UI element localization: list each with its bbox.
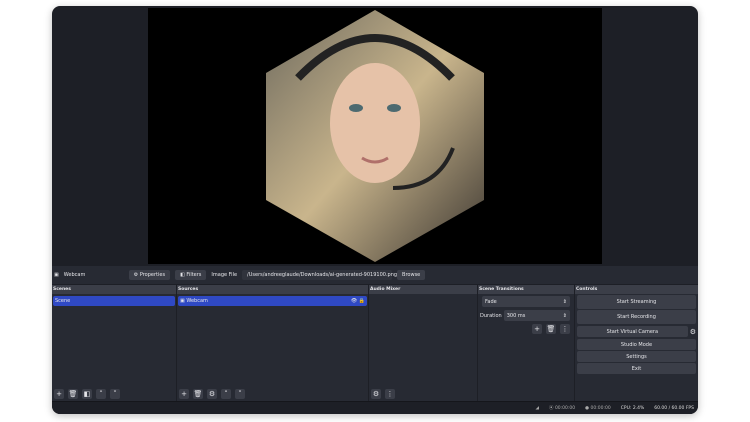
controls-dock: Controls Start Streaming Start Recording… [575,285,698,401]
transition-type: Fade [485,298,497,305]
remove-scene-button[interactable]: 🗑 [68,389,78,399]
add-transition-button[interactable]: + [532,324,542,334]
properties-button[interactable]: ⚙ Properties [128,270,171,280]
obs-window: ▣ Webcam ⚙ Properties ◧ Filters Image Fi… [52,6,698,414]
duration-value: 300 ms [506,312,526,319]
properties-label: Properties [139,272,166,278]
image-file-label: Image File [211,272,238,278]
browse-button[interactable]: Browse [397,270,426,280]
move-down-button[interactable]: ˅ [235,389,245,399]
duration-input[interactable]: 300 ms ⇕ [503,310,570,321]
start-recording-button[interactable]: Start Recording [577,310,696,324]
filters-button[interactable]: ◧ Filters [175,270,207,280]
lock-icon[interactable]: 🔒 [359,298,365,304]
audio-mixer-dock: Audio Mixer ⚙ ⋮ [369,285,478,401]
updown-icon: ⇕ [562,298,567,305]
remove-source-button[interactable]: 🗑 [193,389,203,399]
transitions-title: Scene Transitions [478,285,574,294]
image-icon: ▣ [54,272,59,278]
source-properties-button[interactable]: ⚙ [207,389,217,399]
advanced-audio-button[interactable]: ⚙ [371,389,381,399]
scenes-dock: Scenes Scene + 🗑 ◧ ˄ ˅ [52,285,177,401]
move-up-button[interactable]: ˄ [96,389,106,399]
status-bar: ◢ ⦿ 00:00:00 ● 00:00:00 CPU: 2.4% 60.00 … [52,401,698,414]
add-scene-button[interactable]: + [54,389,64,399]
network-icon: ◢ [535,405,539,411]
start-streaming-button[interactable]: Start Streaming [577,295,696,309]
duration-label: Duration [480,312,502,319]
start-virtual-camera-button[interactable]: Start Virtual Camera [577,326,688,337]
more-options-button[interactable]: ⋮ [385,389,395,399]
webcam-image [266,10,484,262]
image-path-field[interactable]: /Users/andreeglaude/Downloads/ai-generat… [242,270,397,280]
record-time: 00:00:00 [590,405,611,411]
scene-item[interactable]: Scene [53,296,175,306]
virtual-camera-settings-icon[interactable]: ⚙ [690,328,698,336]
preview-canvas[interactable] [148,8,602,264]
move-down-button[interactable]: ˅ [110,389,120,399]
controls-title: Controls [575,285,698,294]
record-status: ● 00:00:00 [585,405,611,411]
stream-status: ⦿ 00:00:00 [549,406,576,411]
source-item[interactable]: ▣ Webcam 👁 🔒 [178,296,367,306]
sources-title: Sources [177,285,368,294]
eye-icon[interactable]: 👁 [351,298,357,304]
transition-select[interactable]: Fade ⇕ [482,296,570,307]
updown-icon: ⇕ [562,312,567,319]
remove-transition-button[interactable]: 🗑 [546,324,556,334]
studio-mode-button[interactable]: Studio Mode [577,339,696,350]
stream-time: 00:00:00 [554,406,576,411]
scene-filters-button[interactable]: ◧ [82,389,92,399]
add-source-button[interactable]: + [179,389,189,399]
selected-source-name: Webcam [63,272,86,278]
sources-dock: Sources ▣ Webcam 👁 🔒 + 🗑 ⚙ ˄ ˅ [177,285,369,401]
transition-menu-button[interactable]: ⋮ [560,324,570,334]
scene-label: Scene [55,298,71,304]
scene-transitions-dock: Scene Transitions Fade ⇕ Duration 300 ms ⇕ … [478,285,575,401]
scenes-title: Scenes [52,285,176,294]
exit-button[interactable]: Exit [577,363,696,374]
cpu-usage: CPU: 2.4% [620,405,645,411]
move-up-button[interactable]: ˄ [221,389,231,399]
audio-mixer-title: Audio Mixer [369,285,477,294]
source-toolbar: ▣ Webcam ⚙ Properties ◧ Filters Image Fi… [52,266,698,284]
filters-label: Filters [186,272,202,278]
fps-readout: 60.00 / 60.00 FPS [654,405,694,411]
settings-button[interactable]: Settings [577,351,696,362]
source-label: Webcam [186,298,208,304]
duration-row: Duration 300 ms ⇕ [478,309,574,322]
